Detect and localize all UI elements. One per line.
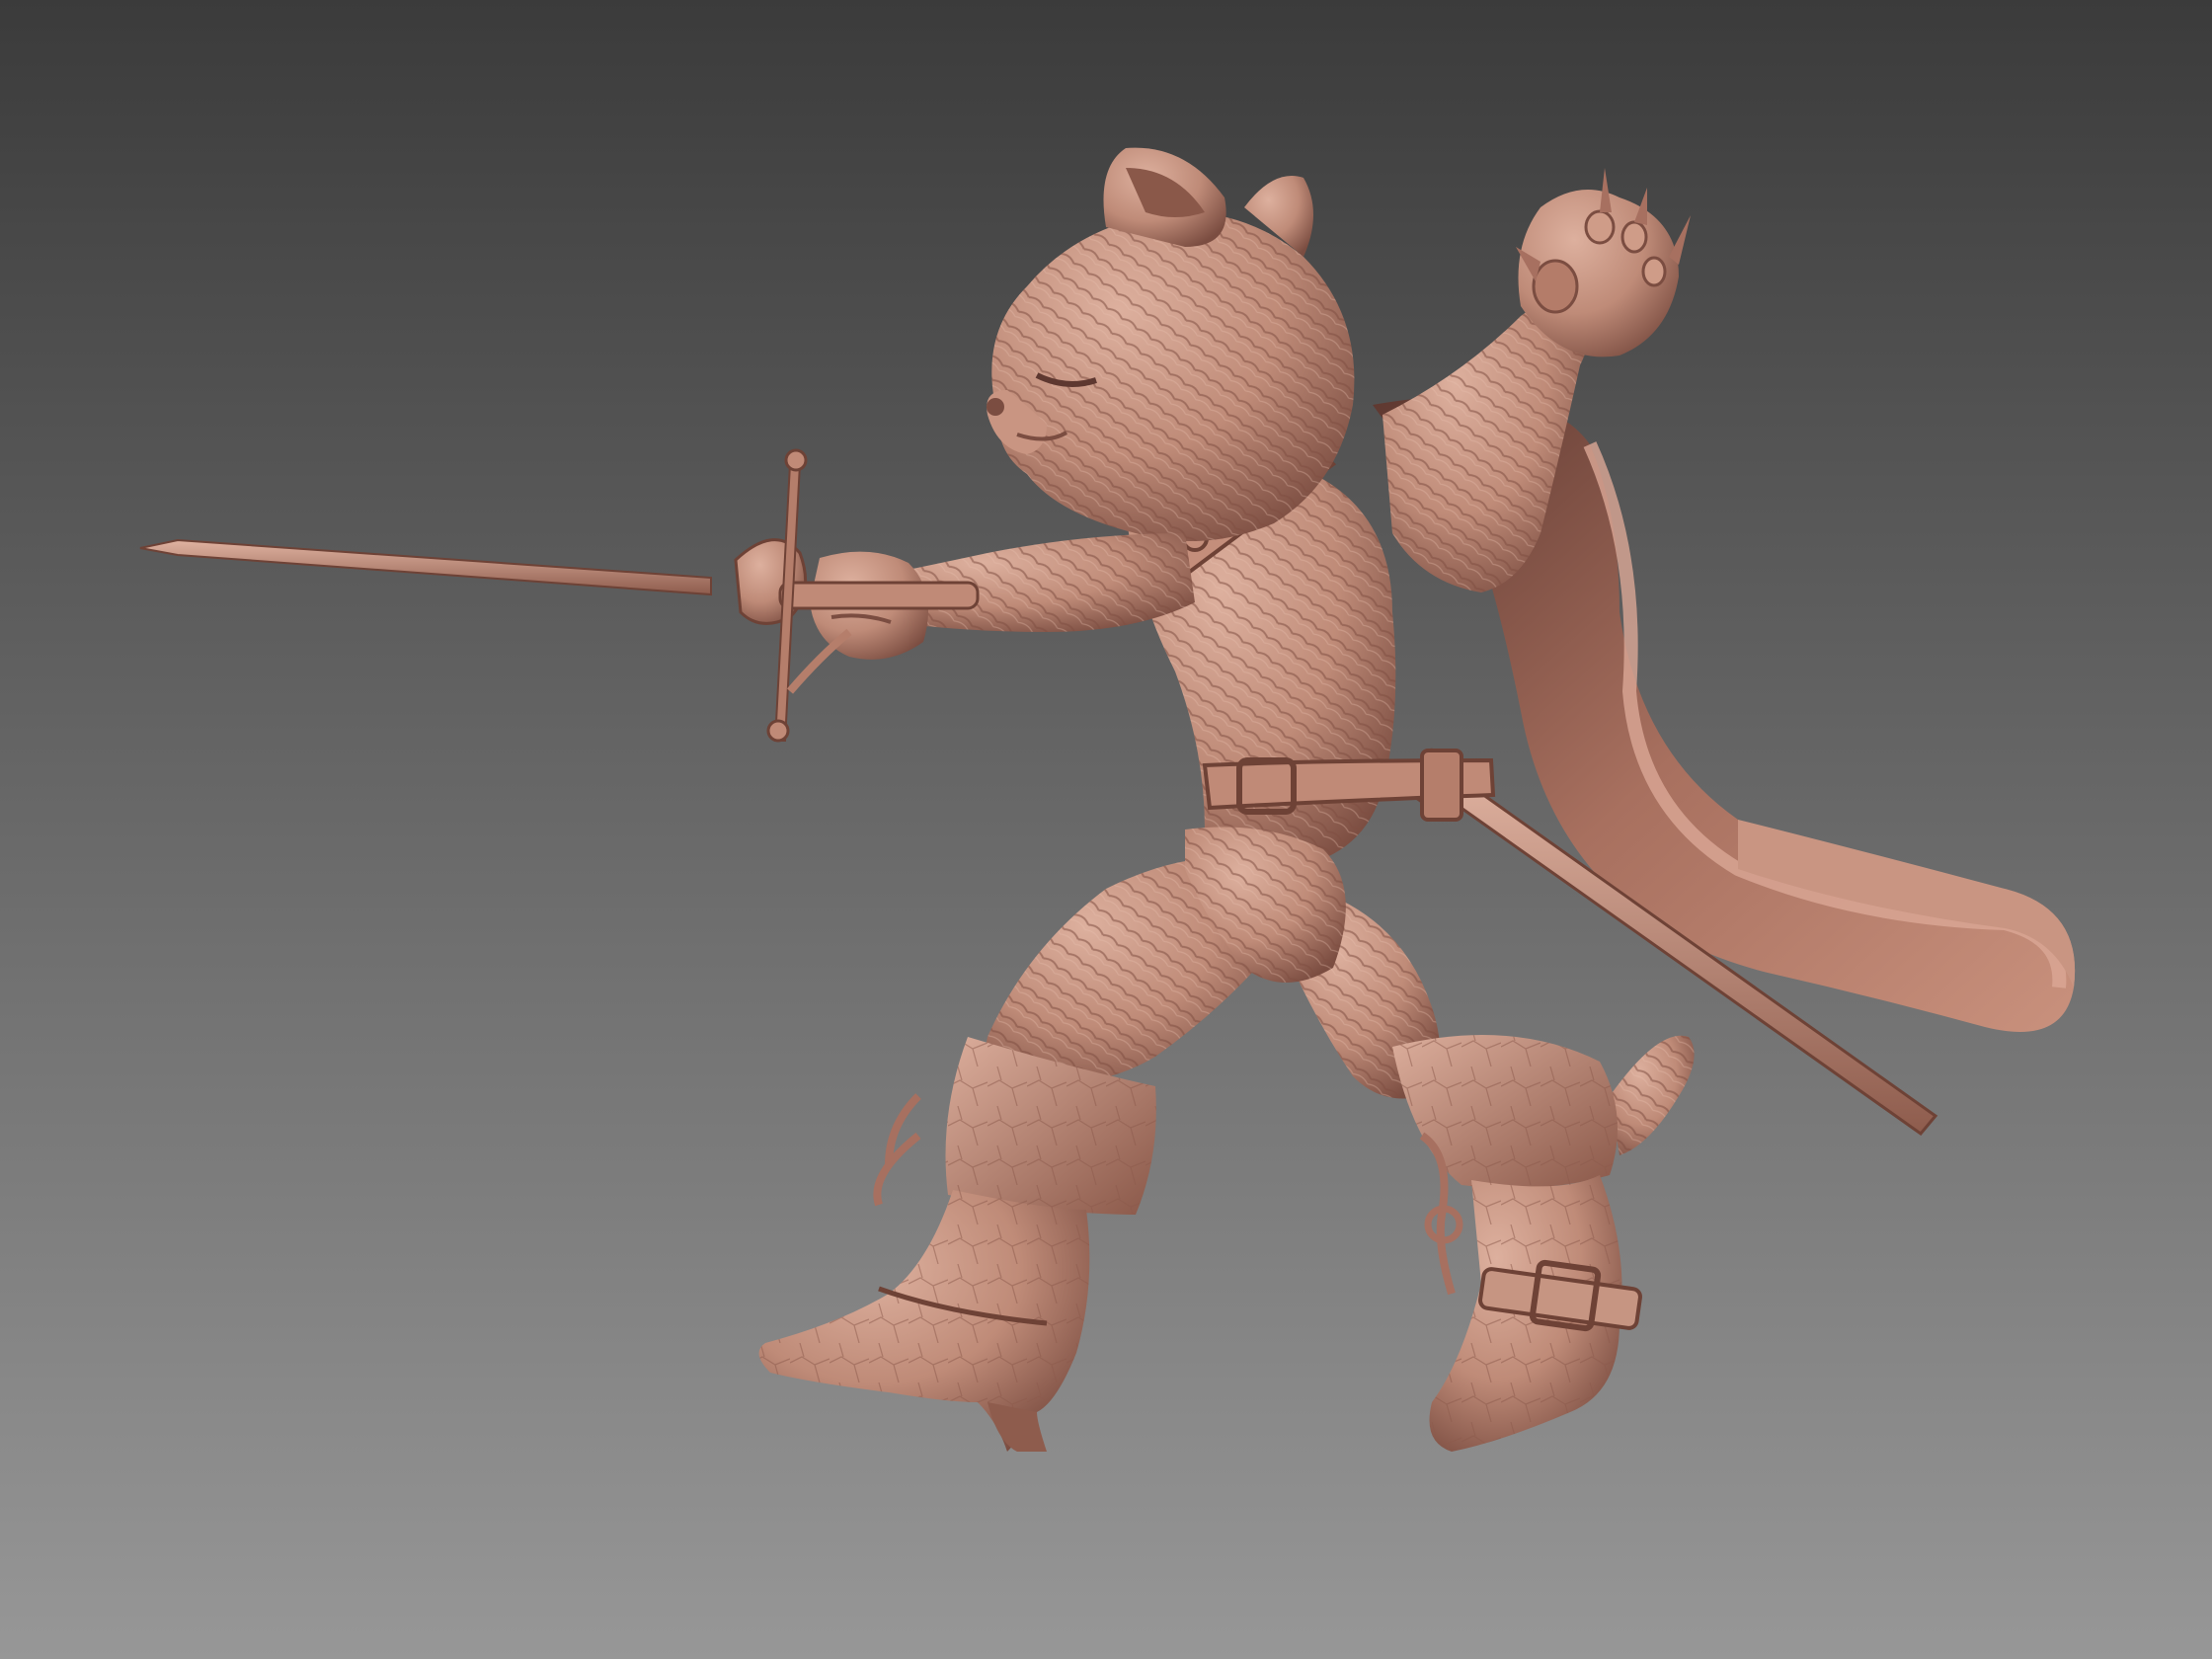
sculpt-render <box>0 0 2212 1659</box>
render-viewport <box>0 0 2212 1659</box>
